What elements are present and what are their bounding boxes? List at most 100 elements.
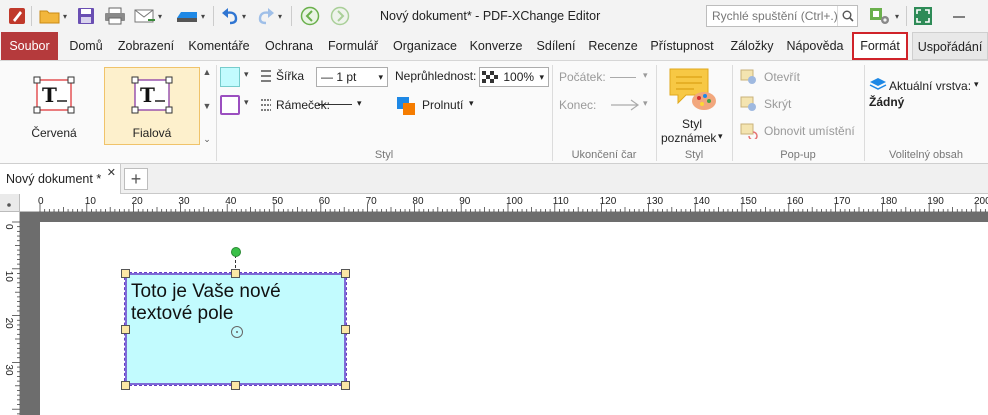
scroll-up-icon[interactable]: ▲ (203, 67, 212, 77)
note-style-label-1[interactable]: Styl (682, 117, 702, 131)
popup-open-button[interactable]: Otevřít (764, 70, 800, 84)
horizontal-ruler: 0 10 20 30 40 50 60 70 80 90 100 110 120 130 140 150 160… (20, 194, 988, 212)
title-bar: ▾ ▾ ▾ ▾ ▾ Nový dokument* - PDF-XChange E… (0, 0, 988, 32)
search-icon[interactable] (837, 6, 857, 26)
stroke-color-swatch[interactable] (220, 95, 240, 115)
back-icon[interactable] (298, 5, 322, 27)
tab-zobrazeni[interactable]: Zobrazení (114, 32, 178, 60)
border-style-preview[interactable] (318, 104, 352, 105)
menu-bar: Soubor Domů Zobrazení Komentáře Ochrana … (0, 32, 988, 60)
tab-zalozky[interactable]: Záložky (724, 32, 780, 60)
note-style-dropdown-icon[interactable]: ▾ (718, 131, 723, 142)
ruler-label: 100 (506, 196, 523, 207)
style-card-red[interactable]: T Červená (6, 67, 102, 145)
resize-handle-s[interactable] (231, 381, 240, 390)
tab-organizace[interactable]: Organizace (390, 32, 460, 60)
text-style-purple-icon: T (131, 76, 173, 114)
scroll-down-icon[interactable]: ▼ (203, 101, 212, 111)
popup-hide-button[interactable]: Skrýt (764, 97, 791, 111)
tab-recenze[interactable]: Recenze (586, 32, 640, 60)
tab-sdileni[interactable]: Sdílení (532, 32, 580, 60)
tab-formular[interactable]: Formulář (324, 32, 382, 60)
tab-usporadani[interactable]: Uspořádání (912, 32, 988, 60)
fill-color-dropdown-icon[interactable]: ▾ (244, 69, 249, 80)
ruler-corner[interactable] (0, 194, 20, 212)
email-icon[interactable]: ▾ (130, 5, 166, 27)
forward-icon[interactable] (328, 5, 352, 27)
current-layer-value[interactable]: Žádný (869, 95, 904, 109)
settings-icon[interactable]: ▾ (864, 4, 904, 28)
resize-handle-ne[interactable] (341, 269, 350, 278)
style-card-purple[interactable]: T Fialová (104, 67, 200, 145)
resize-handle-nw[interactable] (121, 269, 130, 278)
start-label: Počátek: (559, 70, 606, 84)
separator (216, 65, 217, 161)
style-label: Fialová (132, 126, 172, 140)
tab-soubor[interactable]: Soubor (1, 32, 58, 60)
text-box-annotation[interactable]: Toto je Vaše nové textové pole (124, 272, 347, 386)
print-icon[interactable] (102, 5, 128, 27)
separator (291, 6, 292, 26)
resize-handle-e[interactable] (341, 325, 350, 334)
text-box-content[interactable]: Toto je Vaše nové textové pole (131, 281, 341, 325)
width-select[interactable]: — 1 pt ▾ (316, 67, 388, 87)
resize-handle-w[interactable] (121, 325, 130, 334)
arrow-right-icon[interactable] (610, 99, 640, 111)
tab-ochrana[interactable]: Ochrana (260, 32, 318, 60)
ruler-label: 120 (600, 196, 617, 207)
redo-icon[interactable]: ▾ (252, 5, 286, 27)
rotate-handle[interactable] (231, 247, 241, 257)
blend-mode-icon (397, 97, 415, 115)
width-label: Šířka (276, 69, 305, 83)
tab-konverze[interactable]: Konverze (466, 32, 526, 60)
opacity-select[interactable]: 100% ▾ (479, 67, 549, 87)
checker-icon (482, 71, 498, 83)
document-tab[interactable]: Nový dokument * ✕ (0, 164, 121, 194)
center-anchor-icon (231, 326, 243, 338)
new-tab-button[interactable]: + (124, 168, 148, 190)
minimize-icon[interactable] (946, 4, 972, 28)
popup-hide-icon (740, 96, 756, 111)
tab-format[interactable]: Formát (852, 32, 908, 60)
horizontal-ruler-ticks: 0 10 20 30 40 50 60 70 80 90 100 110 120 130 140 150 160… (38, 196, 988, 212)
group-label-note-style: Styl (684, 149, 704, 161)
width-value: — 1 pt (321, 70, 357, 84)
app-logo-icon[interactable] (6, 5, 28, 27)
resize-handle-n[interactable] (231, 269, 240, 278)
start-dropdown-icon[interactable]: ▾ (643, 70, 648, 81)
gallery-more-icon[interactable]: ⌄ (203, 134, 211, 145)
close-icon[interactable]: ✕ (107, 166, 116, 179)
save-icon[interactable] (74, 5, 98, 27)
fullscreen-icon[interactable] (910, 4, 936, 28)
resize-handle-sw[interactable] (121, 381, 130, 390)
resize-handle-se[interactable] (341, 381, 350, 390)
border-style-dropdown-icon[interactable]: ▾ (357, 98, 362, 109)
start-line-preview[interactable] (610, 77, 636, 78)
current-layer-dropdown-icon[interactable]: ▾ (974, 79, 979, 90)
note-style-label-2[interactable]: poznámek (661, 131, 716, 145)
stroke-color-dropdown-icon[interactable]: ▾ (244, 97, 249, 108)
ruler-label: 190 (927, 196, 944, 207)
ruler-label: 0 (38, 196, 44, 207)
quick-launch-search[interactable]: Rychlé spuštění (Ctrl+.) (706, 5, 858, 27)
group-label-optional: Volitelný obsah (889, 149, 963, 161)
popup-restore-icon (740, 123, 758, 139)
tab-napoveda[interactable]: Nápověda (784, 32, 846, 60)
popup-restore-button[interactable]: Obnovit umístění (764, 124, 855, 138)
undo-icon[interactable]: ▾ (216, 5, 250, 27)
svg-text:T: T (140, 83, 155, 107)
tab-domu[interactable]: Domů (64, 32, 108, 60)
tab-komentare[interactable]: Komentáře (184, 32, 254, 60)
fill-color-swatch[interactable] (220, 67, 240, 87)
blend-dropdown-icon[interactable]: ▾ (469, 98, 474, 109)
blend-label[interactable]: Prolnutí (422, 98, 463, 112)
open-folder-icon[interactable]: ▾ (36, 5, 70, 27)
tab-pristupnost[interactable]: Přístupnost (646, 32, 718, 60)
ruler-label: 10 (3, 271, 14, 283)
scan-icon[interactable]: ▾ (170, 5, 210, 27)
style-gallery-scroll[interactable]: ▲ ▼ ⌄ (200, 67, 214, 145)
end-dropdown-icon[interactable]: ▾ (643, 98, 648, 109)
ruler-label: 160 (787, 196, 804, 207)
note-style-icon[interactable] (668, 67, 718, 113)
ruler-label: 180 (880, 196, 897, 207)
